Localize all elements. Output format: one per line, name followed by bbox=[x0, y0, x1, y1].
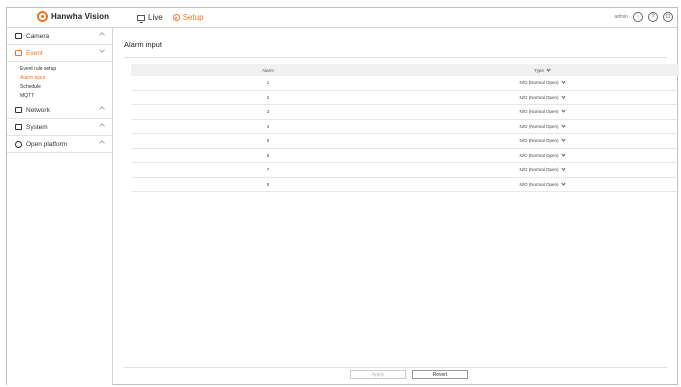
logout-icon[interactable]: ⏻ bbox=[663, 12, 673, 22]
alarm-number: 2 bbox=[266, 94, 270, 100]
type-select[interactable]: N/O (Normal Open) bbox=[405, 123, 679, 129]
gear-icon bbox=[15, 124, 22, 130]
column-header-alarm: Alarm bbox=[262, 67, 274, 73]
platform-icon bbox=[15, 140, 22, 148]
action-buttons: Apply Revert bbox=[350, 370, 468, 379]
type-value: N/O (Normal Open) bbox=[519, 80, 559, 86]
chevron-down-icon bbox=[560, 123, 566, 128]
sidebar-section-camera[interactable]: Camera bbox=[7, 28, 112, 45]
nav-live-label: Live bbox=[148, 13, 163, 22]
sidebar-section-event[interactable]: Event bbox=[7, 45, 112, 62]
sidebar-section-label: Event bbox=[26, 49, 43, 57]
sidebar-section-label: Network bbox=[26, 106, 50, 114]
type-value: N/O (Normal Open) bbox=[519, 181, 559, 187]
alarm-number: 1 bbox=[266, 80, 270, 86]
user-icon[interactable]: ◦ bbox=[633, 12, 643, 22]
sidebar-section-label: System bbox=[26, 123, 48, 131]
chevron-up-icon bbox=[99, 32, 105, 38]
sidebar-section-label: Camera bbox=[26, 32, 50, 40]
chevron-up-icon bbox=[99, 106, 105, 112]
monitor-icon bbox=[137, 14, 145, 23]
alarm-number: 4 bbox=[266, 123, 270, 129]
title-divider bbox=[124, 57, 667, 58]
help-icon[interactable]: ? bbox=[648, 12, 658, 22]
alarm-input-table: Alarm Type 1 N/O (Normal Open) 2 N/O (Norma… bbox=[131, 64, 679, 192]
hanwha-logo-icon bbox=[37, 11, 48, 22]
chevron-down-icon bbox=[99, 47, 105, 53]
chevron-down-icon bbox=[560, 152, 566, 157]
header-actions: admin ◦ ? ⏻ bbox=[614, 12, 673, 22]
chevron-up-icon bbox=[99, 140, 105, 146]
type-select[interactable]: N/O (Normal Open) bbox=[405, 137, 679, 144]
type-select[interactable]: N/O (Normal Open) bbox=[405, 152, 679, 158]
sidebar-section-open-platform[interactable]: Open platform bbox=[7, 136, 112, 153]
brand-logo[interactable]: Hanwha Vision bbox=[37, 11, 109, 22]
top-header: Hanwha Vision Live Setup admin ◦ ? ⏻ bbox=[7, 8, 677, 28]
type-select[interactable]: N/O (Normal Open) bbox=[405, 181, 679, 187]
table-header: Alarm Type bbox=[131, 64, 679, 76]
table-row: 2 N/O (Normal Open) bbox=[131, 91, 679, 105]
table-row: 6 N/O (Normal Open) bbox=[131, 149, 679, 163]
sidebar-section-label: Open platform bbox=[26, 140, 68, 148]
alarm-number: 6 bbox=[266, 152, 270, 158]
app-window: Hanwha Vision Live Setup admin ◦ ? ⏻ Cam… bbox=[6, 7, 679, 385]
alarm-number: 3 bbox=[266, 109, 270, 115]
sidebar: Camera Event Event rule setup Alarm inpu… bbox=[7, 28, 113, 385]
table-row: 1 N/O (Normal Open) bbox=[131, 76, 679, 91]
gear-icon bbox=[172, 14, 180, 21]
camera-icon bbox=[15, 33, 22, 39]
revert-button[interactable]: Revert bbox=[412, 370, 468, 379]
footer-divider bbox=[124, 367, 667, 368]
table-row: 8 N/O (Normal Open) bbox=[131, 178, 679, 192]
bell-icon bbox=[15, 50, 22, 56]
column-header-type-label: Type bbox=[534, 67, 544, 73]
chevron-down-icon bbox=[560, 166, 566, 171]
type-value: N/O (Normal Open) bbox=[519, 167, 559, 173]
alarm-number: 5 bbox=[266, 138, 270, 144]
type-value: N/O (Normal Open) bbox=[519, 94, 559, 100]
chevron-down-icon bbox=[560, 137, 566, 142]
apply-button[interactable]: Apply bbox=[350, 370, 406, 379]
nav-setup-label: Setup bbox=[182, 13, 204, 22]
username: admin bbox=[614, 14, 628, 20]
table-row: 3 N/O (Normal Open) bbox=[131, 105, 679, 120]
chevron-down-icon bbox=[546, 66, 551, 72]
main-content: Alarm input Alarm Type 1 N/O (Normal Open… bbox=[114, 28, 679, 385]
alarm-number: 7 bbox=[266, 167, 270, 173]
monitor-icon bbox=[15, 107, 22, 113]
type-select[interactable]: N/O (Normal Open) bbox=[405, 108, 679, 115]
alarm-number: 8 bbox=[266, 181, 270, 187]
type-value: N/O (Normal Open) bbox=[519, 138, 559, 144]
sidebar-section-network[interactable]: Network bbox=[7, 102, 112, 119]
table-row: 4 N/O (Normal Open) bbox=[131, 120, 679, 134]
nav-setup[interactable]: Setup bbox=[172, 13, 204, 22]
sidebar-item-alarm-input[interactable]: Alarm input bbox=[20, 74, 112, 83]
chevron-down-icon bbox=[560, 79, 566, 84]
sidebar-item-mqtt[interactable]: MQTT bbox=[20, 92, 112, 101]
type-select[interactable]: N/O (Normal Open) bbox=[405, 94, 679, 100]
chevron-down-icon bbox=[560, 108, 566, 113]
type-value: N/O (Normal Open) bbox=[519, 123, 559, 129]
sidebar-item-schedule[interactable]: Schedule bbox=[20, 83, 112, 92]
page-title: Alarm input bbox=[124, 40, 162, 49]
table-body: 1 N/O (Normal Open) 2 N/O (Normal Open) 3 N/O… bbox=[131, 76, 679, 192]
chevron-up-icon bbox=[99, 123, 105, 129]
chevron-down-icon bbox=[560, 94, 566, 99]
type-value: N/O (Normal Open) bbox=[519, 109, 559, 115]
type-select[interactable]: N/O (Normal Open) bbox=[405, 166, 679, 173]
brand-name: Hanwha Vision bbox=[51, 12, 110, 21]
type-select[interactable]: N/O (Normal Open) bbox=[405, 79, 679, 86]
sidebar-section-system[interactable]: System bbox=[7, 119, 112, 136]
chevron-down-icon bbox=[560, 181, 566, 186]
top-nav: Live Setup bbox=[137, 13, 204, 23]
column-header-type[interactable]: Type bbox=[405, 66, 679, 73]
event-submenu: Event rule setup Alarm input Schedule MQ… bbox=[7, 62, 112, 102]
sidebar-item-event-rule-setup[interactable]: Event rule setup bbox=[20, 65, 112, 74]
table-row: 5 N/O (Normal Open) bbox=[131, 134, 679, 149]
table-row: 7 N/O (Normal Open) bbox=[131, 163, 679, 178]
type-value: N/O (Normal Open) bbox=[519, 152, 559, 158]
nav-live[interactable]: Live bbox=[137, 13, 163, 23]
